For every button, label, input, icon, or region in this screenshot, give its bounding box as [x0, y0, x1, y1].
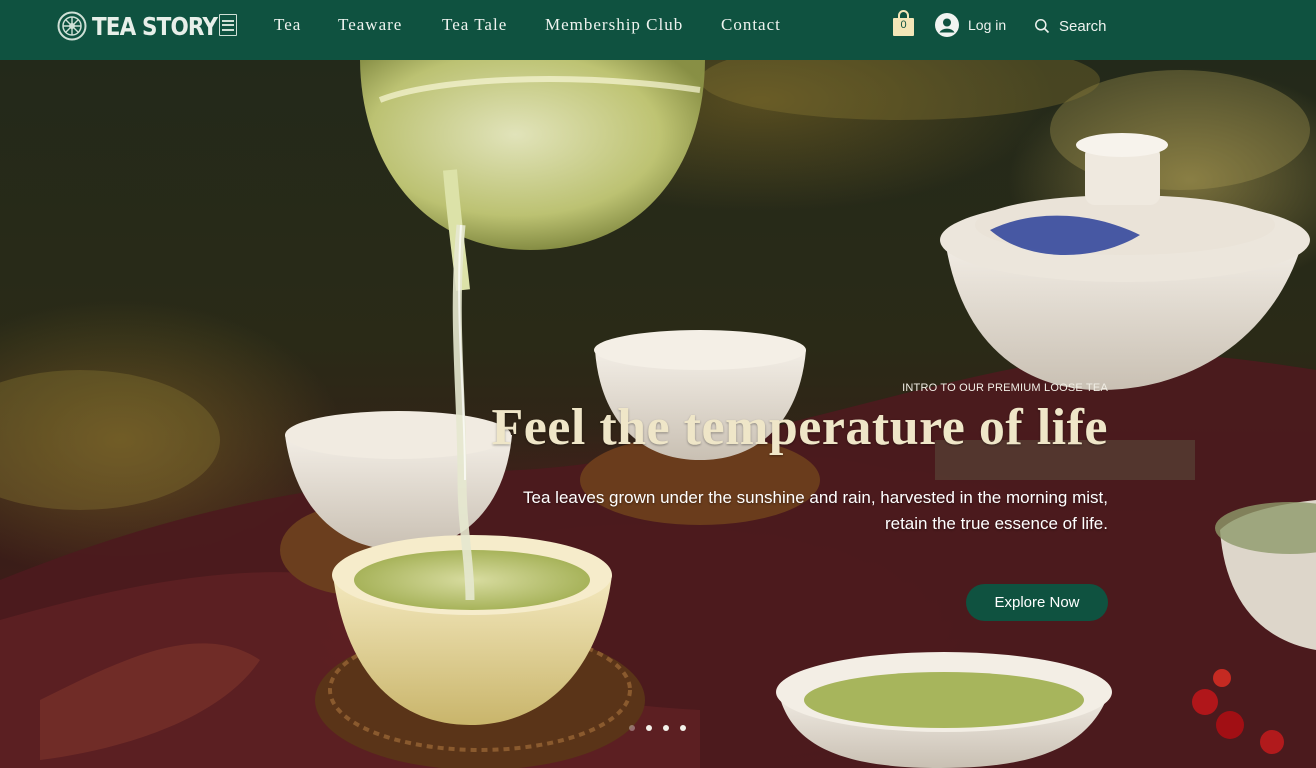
hero-banner: INTRO TO OUR PREMIUM LOOSE TEA Feel the …	[0, 60, 1316, 768]
nav-item-teaware[interactable]: Teaware	[338, 15, 402, 35]
slide-dot-2[interactable]	[645, 724, 653, 732]
slide-dot-1[interactable]	[628, 724, 636, 732]
nav-item-membership-club[interactable]: Membership Club	[545, 15, 683, 35]
hero-subtext: Tea leaves grown under the sunshine and …	[448, 485, 1108, 537]
hero-subtext-line2: retain the true essence of life.	[884, 514, 1108, 533]
brand-logo[interactable]: TEA STORY	[57, 10, 237, 42]
search-button[interactable]: Search	[1034, 16, 1107, 36]
site-header: TEA STORY Tea Teaware Tea Tale Membershi…	[0, 0, 1316, 60]
hero-subtext-line1: Tea leaves grown under the sunshine and …	[523, 488, 1108, 507]
seal-icon	[219, 14, 237, 36]
slide-dot-3[interactable]	[662, 724, 670, 732]
nav-item-tea[interactable]: Tea	[274, 15, 301, 35]
cart-count: 0	[900, 19, 907, 31]
login-button[interactable]: Log in	[935, 12, 1006, 38]
tea-emblem-icon	[57, 11, 87, 41]
user-avatar-icon	[935, 13, 959, 37]
hero-headline: Feel the temperature of life	[491, 399, 1108, 456]
brand-name: TEA STORY	[92, 11, 218, 41]
explore-now-button[interactable]: Explore Now	[966, 584, 1108, 621]
slide-dot-4[interactable]	[679, 724, 687, 732]
search-icon	[1035, 19, 1050, 34]
nav-item-tea-tale[interactable]: Tea Tale	[442, 15, 507, 35]
search-label: Search	[1059, 17, 1107, 35]
slide-indicator	[628, 724, 687, 732]
login-label: Log in	[968, 17, 1007, 33]
nav-item-contact[interactable]: Contact	[721, 15, 781, 35]
hero-kicker: INTRO TO OUR PREMIUM LOOSE TEA	[902, 382, 1108, 394]
cart-button[interactable]: 0	[892, 10, 915, 37]
